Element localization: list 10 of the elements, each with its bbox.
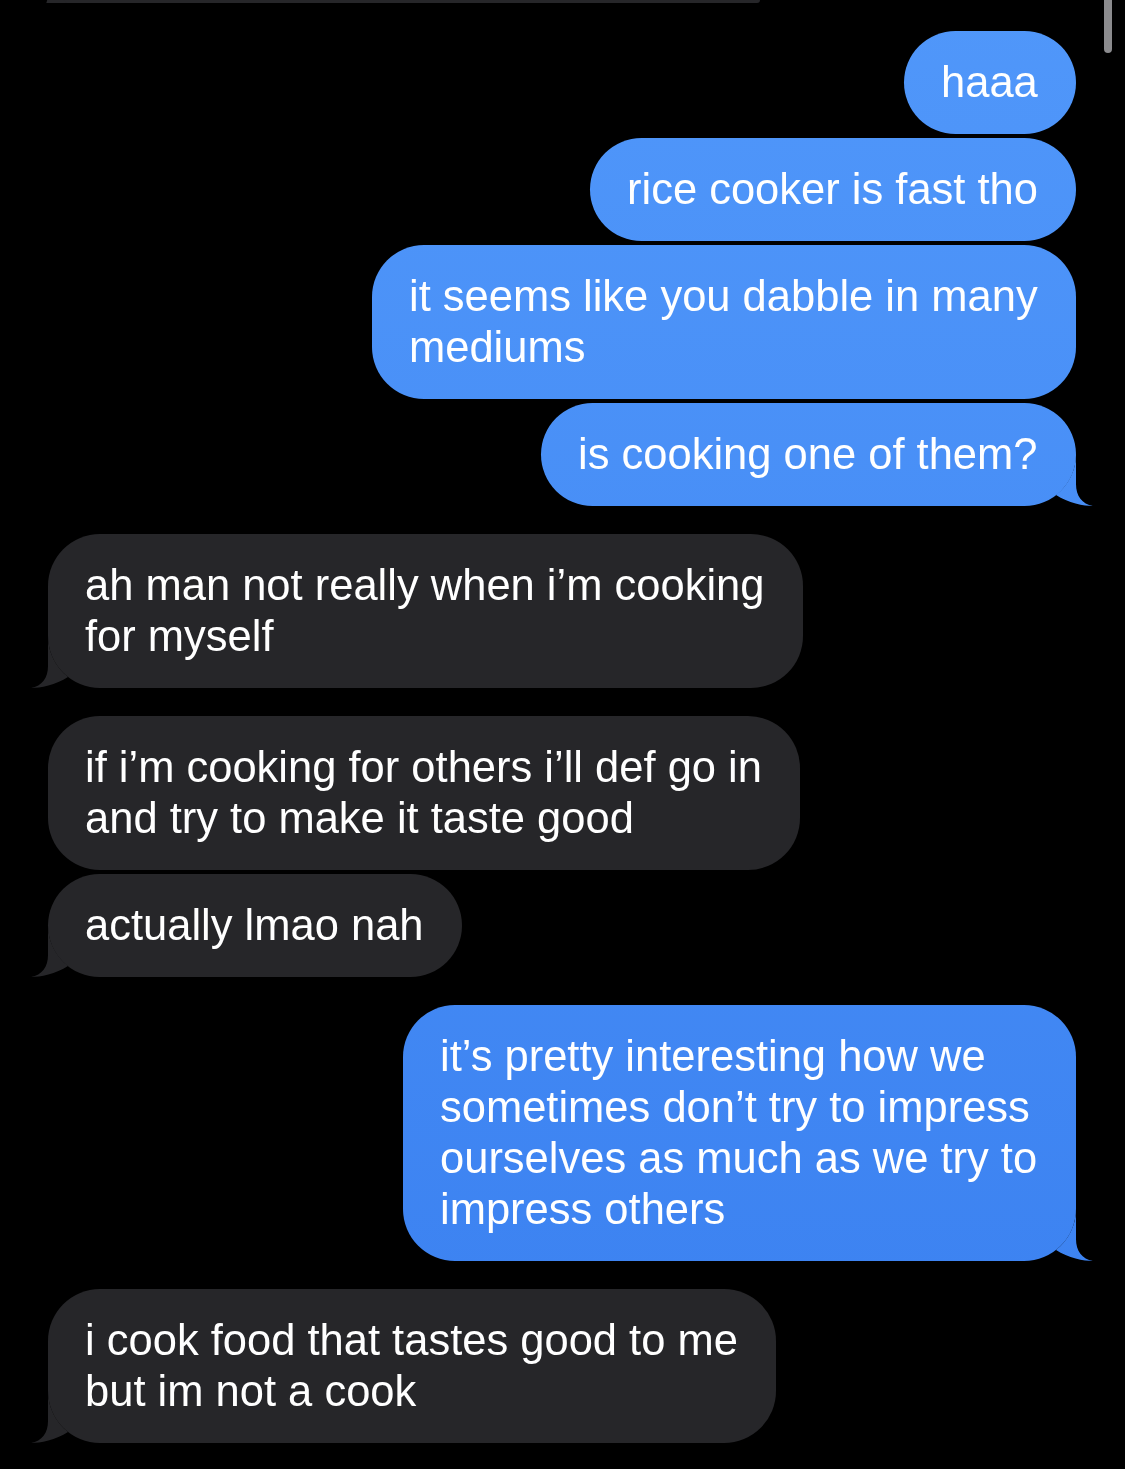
message-text: is cooking one of them?	[578, 429, 1039, 480]
scroll-indicator	[1104, 0, 1112, 53]
message-text: it seems like you dabble in many mediums	[409, 271, 1039, 373]
message-text: if i’m cooking for others i’ll def go in and try to make it taste good	[85, 742, 763, 844]
message-text: haaa	[941, 57, 1039, 108]
message-text: i cook food that tastes good to me but im not a cook	[85, 1315, 739, 1417]
message-text: rice cooker is fast tho	[627, 164, 1039, 215]
message-text: it’s pretty interesting how we sometimes don’t try to impress ourselves as much as we try to impress others	[440, 1031, 1039, 1235]
message-text: ah man not really when i’m cooking for myself	[85, 560, 766, 662]
message-text: actually lmao nah	[85, 900, 425, 951]
